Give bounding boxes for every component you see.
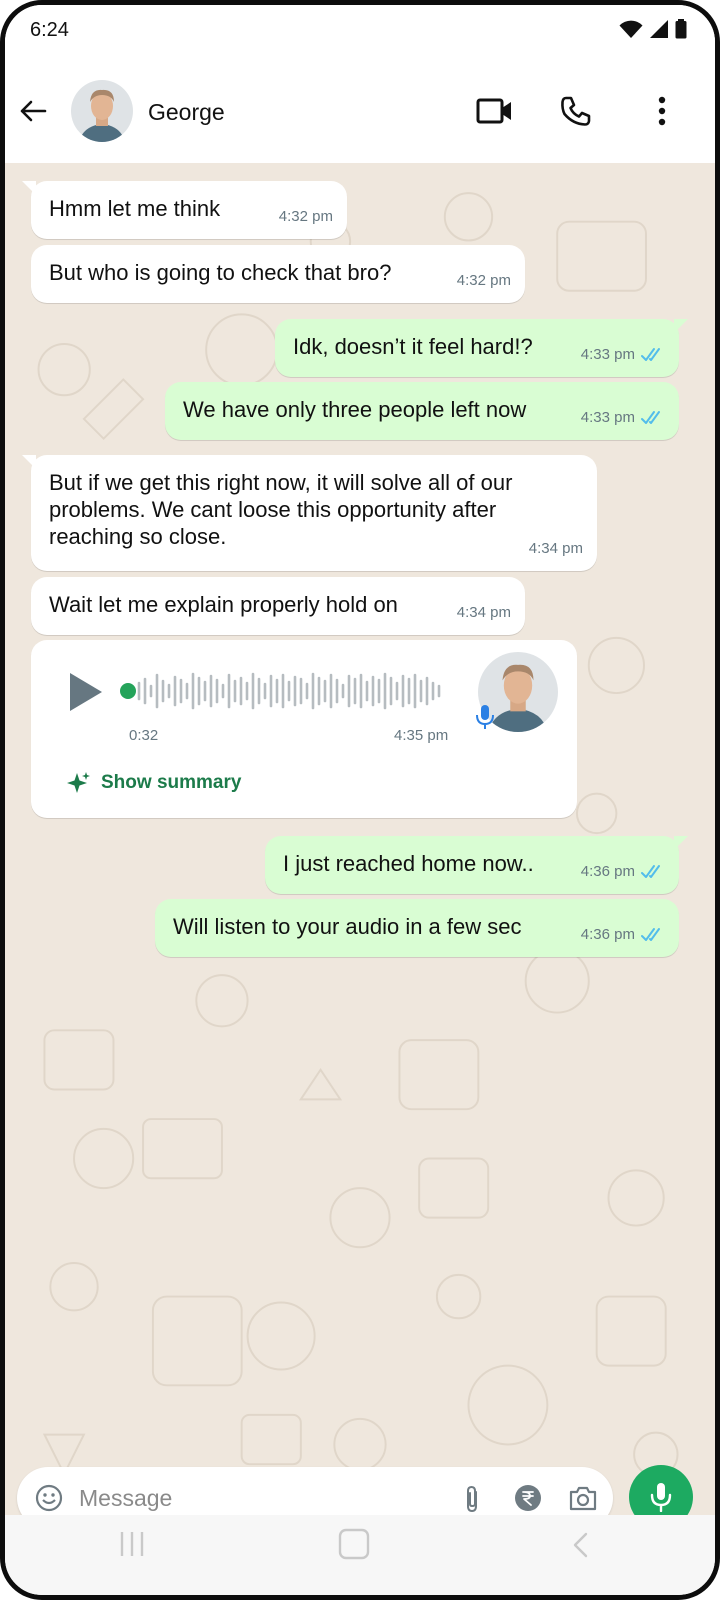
message-time: 4:34 pm xyxy=(456,604,511,621)
rupee-icon[interactable] xyxy=(514,1484,542,1512)
message-text: But who is going to check that bro? xyxy=(49,260,392,285)
show-summary-button[interactable]: Show summary xyxy=(67,769,241,796)
attach-icon[interactable] xyxy=(459,1484,485,1514)
message-bubble-outgoing[interactable]: Idk, doesn’t it feel hard!? 4:33 pm xyxy=(275,319,688,377)
message-bubble-outgoing[interactable]: We have only three people left now 4:33 … xyxy=(165,382,679,440)
message-meta: 4:32 pm xyxy=(457,267,511,294)
mic-icon xyxy=(476,705,494,729)
bubble-tail xyxy=(22,181,36,195)
message-time: 4:35 pm xyxy=(394,727,449,744)
video-call-button[interactable] xyxy=(473,91,517,131)
phone-call-icon xyxy=(561,96,591,126)
message-text: Hmm let me think xyxy=(49,196,221,221)
message-meta: 4:36 pm xyxy=(581,858,665,885)
message-meta: 4:34 pm xyxy=(529,535,583,562)
play-icon xyxy=(70,673,102,711)
camera-icon[interactable] xyxy=(568,1484,598,1512)
sparkle-icon xyxy=(67,771,90,793)
message-time: 4:32 pm xyxy=(456,272,511,289)
message-meta: 4:33 pm xyxy=(581,341,665,368)
bubble-tail xyxy=(674,836,688,850)
back-button[interactable] xyxy=(13,91,53,131)
message-meta: 4:33 pm xyxy=(581,404,665,431)
message-meta: 4:34 pm xyxy=(457,599,511,626)
signal-icon xyxy=(650,20,668,38)
voice-duration: 0:32 xyxy=(129,727,159,744)
nav-back-icon[interactable] xyxy=(571,1531,589,1559)
message-text: But if we get this right now, it will so… xyxy=(49,470,513,549)
message-time: 4:32 pm xyxy=(278,208,333,225)
read-ticks-icon xyxy=(641,347,660,361)
message-bubble-outgoing[interactable]: I just reached home now.. 4:36 pm xyxy=(265,836,688,894)
message-text: Idk, doesn’t it feel hard!? xyxy=(293,334,533,359)
phone-frame: 6:24 George Hmm let me think 4:32 pm But… xyxy=(0,0,720,1600)
back-arrow-icon xyxy=(20,100,47,122)
show-summary-label: Show summary xyxy=(101,772,242,793)
message-time: 4:33 pm xyxy=(580,346,635,363)
message-time: 4:33 pm xyxy=(580,409,635,426)
mic-icon xyxy=(650,1483,672,1512)
message-time: 4:36 pm xyxy=(580,863,635,880)
message-input[interactable] xyxy=(79,1479,379,1517)
message-bubble-incoming[interactable]: But if we get this right now, it will so… xyxy=(22,455,597,571)
message-text: Will listen to your audio in a few sec xyxy=(173,914,522,939)
message-time: 4:36 pm xyxy=(580,926,635,943)
read-ticks-icon xyxy=(641,927,660,941)
voice-message-bubble[interactable]: 0:32 4:35 pm Show summary xyxy=(31,640,577,818)
voice-call-button[interactable] xyxy=(554,91,598,131)
message-text: I just reached home now.. xyxy=(283,851,534,876)
chat-area[interactable]: Hmm let me think 4:32 pm But who is goin… xyxy=(5,163,715,1515)
bubble-tail xyxy=(22,455,36,469)
message-meta: 4:36 pm xyxy=(581,921,665,948)
avatar-image xyxy=(71,80,133,142)
contact-avatar[interactable] xyxy=(71,80,133,142)
status-icons xyxy=(619,19,687,39)
battery-icon xyxy=(675,19,687,39)
emoji-icon[interactable] xyxy=(35,1484,63,1512)
nav-recent-icon[interactable] xyxy=(117,1530,147,1558)
message-text: We have only three people left now xyxy=(183,397,527,422)
contact-name[interactable]: George xyxy=(148,99,225,126)
bubble-tail xyxy=(674,319,688,333)
read-ticks-icon xyxy=(641,410,660,424)
message-bubble-incoming[interactable]: But who is going to check that bro? 4:32… xyxy=(31,245,525,303)
status-time: 6:24 xyxy=(30,19,69,41)
message-bubble-incoming[interactable]: Hmm let me think 4:32 pm xyxy=(22,181,347,239)
status-bar: 6:24 xyxy=(5,5,715,57)
chat-header: George xyxy=(5,57,715,163)
playback-position-handle[interactable] xyxy=(120,683,136,699)
nav-home-icon[interactable] xyxy=(338,1528,370,1560)
message-bubble-incoming[interactable]: Wait let me explain properly hold on 4:3… xyxy=(31,577,525,635)
wifi-icon xyxy=(619,20,643,38)
message-time: 4:34 pm xyxy=(528,540,583,557)
play-button[interactable] xyxy=(65,670,107,714)
message-meta: 4:32 pm xyxy=(279,203,333,230)
message-text: Wait let me explain properly hold on xyxy=(49,592,398,617)
video-call-icon xyxy=(476,98,511,124)
message-bubble-outgoing[interactable]: Will listen to your audio in a few sec 4… xyxy=(155,899,679,957)
more-options-icon xyxy=(658,96,666,126)
read-ticks-icon xyxy=(641,864,660,878)
more-options-button[interactable] xyxy=(647,89,677,133)
audio-waveform[interactable] xyxy=(135,666,445,716)
system-nav-bar xyxy=(5,1515,715,1595)
